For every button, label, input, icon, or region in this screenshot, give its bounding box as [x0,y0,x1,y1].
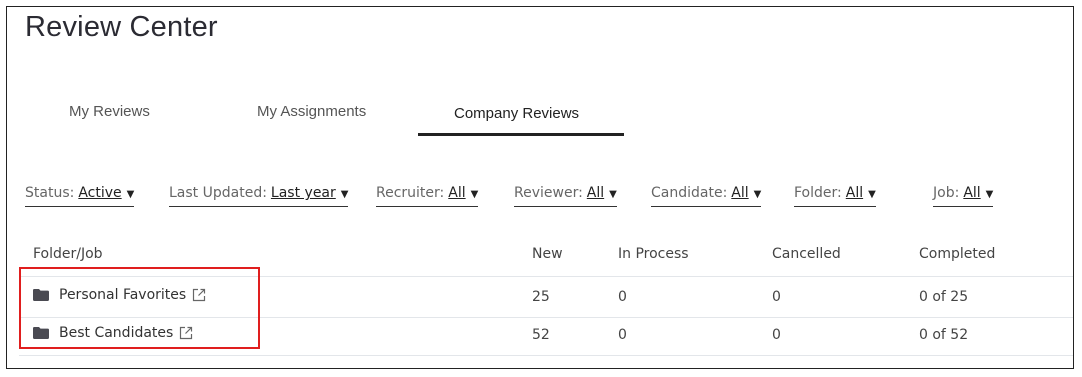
filter-label: Last Updated: [169,185,267,201]
folder-cell: Personal Favorites [33,287,206,303]
column-header-new[interactable]: New [532,246,563,262]
page-title: Review Center [25,11,218,43]
tab-company-reviews[interactable]: Company Reviews [454,105,579,122]
filter-value: Active [78,185,122,201]
filter-label: Status: [25,185,75,201]
cell-completed: 0 of 25 [919,289,969,305]
column-header-completed[interactable]: Completed [919,246,995,262]
column-header-in-process[interactable]: In Process [618,246,689,262]
filter-value: All [586,185,605,201]
header-divider [19,276,1073,277]
filter-label: Reviewer: [514,185,583,201]
folder-icon [33,289,49,301]
tab-my-reviews[interactable]: My Reviews [69,103,150,120]
row-divider [19,317,1073,318]
filter-recruiter[interactable]: Recruiter: All ▼ [376,185,479,207]
caret-down-icon: ▼ [868,189,876,200]
caret-down-icon: ▼ [126,189,135,200]
filter-bar [7,136,1073,228]
caret-down-icon: ▼ [753,189,762,200]
column-header-cancelled[interactable]: Cancelled [772,246,841,262]
cell-in-process: 0 [618,289,627,305]
filter-value: All [963,185,981,201]
filter-reviewer[interactable]: Reviewer: All ▼ [514,185,617,207]
filter-candidate[interactable]: Candidate: All ▼ [651,185,762,207]
filter-value: All [448,185,466,201]
caret-down-icon: ▼ [609,189,617,200]
filter-value: Last year [270,185,336,201]
caret-down-icon: ▼ [340,189,349,200]
filter-label: Candidate: [651,185,728,201]
tab-my-assignments[interactable]: My Assignments [257,103,366,120]
folder-cell: Best Candidates [33,325,193,341]
cell-in-process: 0 [618,327,627,343]
cell-completed: 0 of 52 [919,327,969,343]
filter-label: Job: [933,185,960,201]
caret-down-icon: ▼ [985,189,994,200]
caret-down-icon: ▼ [470,189,479,200]
filter-value: All [845,185,864,201]
filter-folder[interactable]: Folder: All ▼ [794,185,876,207]
filter-status[interactable]: Status: Active ▼ [25,185,135,207]
folder-name-link[interactable]: Personal Favorites [59,287,186,303]
external-link-icon[interactable] [179,326,193,340]
filter-last-updated[interactable]: Last Updated: Last year ▼ [169,185,349,207]
filter-label: Folder: [794,185,842,201]
column-header-folder-job[interactable]: Folder/Job [33,246,103,262]
cell-new: 25 [532,289,550,305]
filter-job[interactable]: Job: All ▼ [933,185,994,207]
cell-new: 52 [532,327,550,343]
row-divider [19,355,1073,356]
external-link-icon[interactable] [192,288,206,302]
cell-cancelled: 0 [772,327,781,343]
filter-label: Recruiter: [376,185,445,201]
cell-cancelled: 0 [772,289,781,305]
folder-icon [33,327,49,339]
filter-value: All [731,185,749,201]
folder-name-link[interactable]: Best Candidates [59,325,173,341]
review-center-panel: Review Center My Reviews My Assignments … [6,6,1074,369]
